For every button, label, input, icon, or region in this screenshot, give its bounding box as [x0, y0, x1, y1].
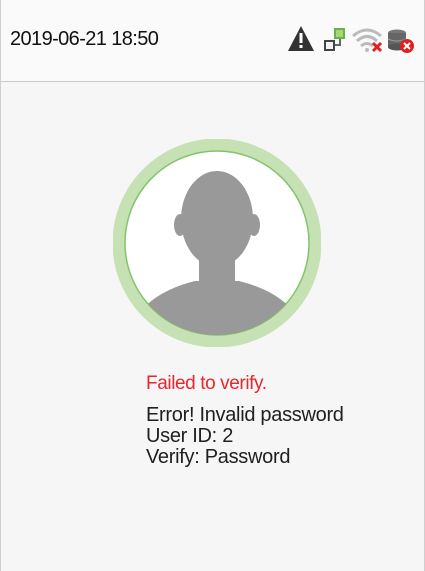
verification-screen: 2019-06-21 18:50 Failed to verify. Error… [0, 0, 425, 571]
error-message: Error! Invalid password [146, 404, 344, 426]
wifi-disconnected-icon [352, 28, 383, 53]
network-icon [324, 28, 345, 51]
verification-status: Failed to verify. [146, 373, 267, 394]
status-bar: 2019-06-21 18:50 [1, 0, 424, 82]
verification-message: Failed to verify. Error! Invalid passwor… [146, 372, 416, 468]
user-avatar [112, 138, 322, 348]
user-id-text: User ID: 2 [146, 425, 234, 447]
status-icons [287, 25, 424, 57]
datetime: 2019-06-21 18:50 [10, 28, 159, 50]
verify-method-text: Verify: Password [146, 446, 291, 468]
warning-icon [288, 26, 314, 51]
server-error-icon [387, 29, 414, 53]
